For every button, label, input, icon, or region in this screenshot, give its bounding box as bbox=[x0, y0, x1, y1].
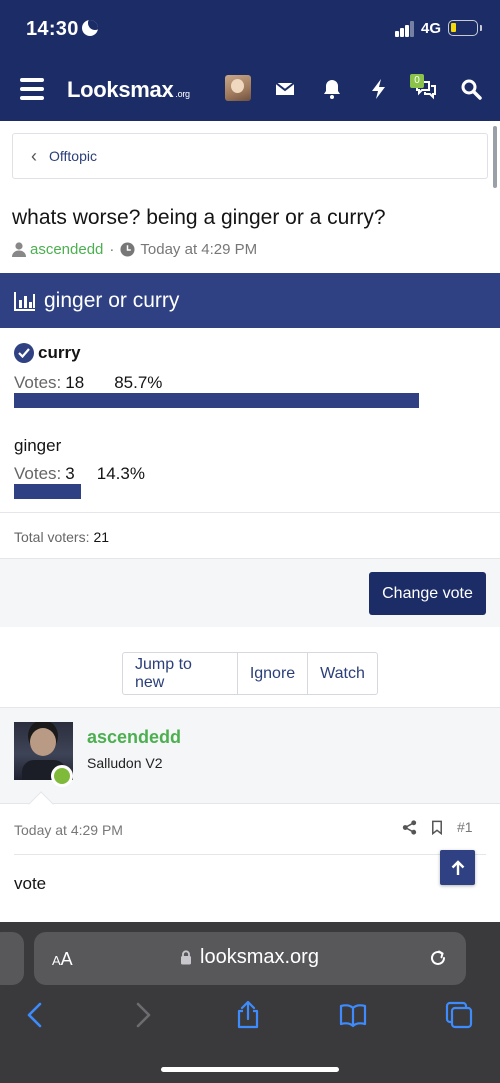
address-bar[interactable]: AA looksmax.org bbox=[34, 932, 466, 985]
back-to-top-button[interactable] bbox=[440, 850, 475, 885]
post-author-block bbox=[0, 707, 500, 804]
chevron-left-icon: ‹ bbox=[31, 146, 37, 166]
network-label: 4G bbox=[421, 20, 442, 37]
poll-title: ginger or curry bbox=[44, 288, 180, 312]
votes-percent: 85.7% bbox=[114, 373, 163, 392]
poll-option-label: curry bbox=[38, 343, 81, 362]
signal-icon bbox=[395, 21, 415, 37]
watch-button[interactable]: Watch bbox=[308, 653, 377, 694]
post-number[interactable]: #1 bbox=[457, 819, 473, 835]
forward-arrow-icon[interactable] bbox=[128, 1000, 158, 1030]
url-text[interactable]: looksmax.org bbox=[200, 946, 319, 969]
poll-option-votes: Votes: 18 85.7% bbox=[14, 373, 162, 393]
reload-icon[interactable] bbox=[428, 948, 448, 968]
ignore-button[interactable]: Ignore bbox=[238, 653, 308, 694]
total-voters-label: Total voters: bbox=[14, 529, 90, 545]
poll-option-curry: curry bbox=[14, 343, 81, 363]
poll-result-bar bbox=[14, 393, 419, 408]
site-header: Looksmax .org 0 bbox=[0, 60, 500, 121]
breadcrumb[interactable]: ‹ Offtopic bbox=[12, 133, 488, 179]
notification-badge: 0 bbox=[410, 74, 424, 88]
poll-header: ginger or curry bbox=[0, 273, 500, 328]
votes-label: Votes: bbox=[14, 464, 62, 483]
thread-meta: ascendedd · Today at 4:29 PM bbox=[12, 241, 257, 258]
thread-title: whats worse? being a ginger or a curry? bbox=[12, 206, 386, 229]
post-tools: #1 bbox=[402, 819, 473, 835]
change-vote-button[interactable]: Change vote bbox=[369, 572, 486, 615]
post-divider bbox=[14, 854, 486, 855]
poll-option-ginger: ginger bbox=[14, 436, 61, 456]
meta-separator: · bbox=[109, 241, 115, 258]
share-icon[interactable] bbox=[402, 819, 417, 835]
previous-tab-peek[interactable] bbox=[0, 932, 24, 985]
post-author-name[interactable]: ascendedd bbox=[87, 727, 181, 748]
battery-cap bbox=[480, 25, 482, 31]
thread-author-link[interactable]: ascendedd bbox=[30, 241, 103, 258]
votes-count: 3 bbox=[65, 464, 75, 483]
envelope-icon[interactable] bbox=[273, 77, 297, 101]
page-scrollbar[interactable] bbox=[493, 126, 497, 188]
votes-percent: 14.3% bbox=[96, 464, 145, 483]
battery-icon bbox=[448, 20, 478, 36]
user-avatar[interactable] bbox=[225, 75, 251, 101]
lock-icon bbox=[181, 950, 191, 965]
tabs-icon[interactable] bbox=[444, 1000, 474, 1030]
total-voters-count: 21 bbox=[93, 529, 110, 545]
post-body: vote bbox=[14, 874, 47, 893]
home-indicator[interactable] bbox=[161, 1067, 339, 1072]
moon-icon bbox=[82, 20, 98, 36]
share-upload-icon[interactable] bbox=[233, 1000, 263, 1030]
poll-option-label: ginger bbox=[14, 436, 62, 455]
search-icon[interactable] bbox=[459, 77, 483, 101]
thread-time[interactable]: Today at 4:29 PM bbox=[140, 241, 257, 258]
hamburger-icon[interactable] bbox=[20, 78, 44, 100]
reader-aa-button[interactable]: AA bbox=[52, 949, 73, 970]
user-icon bbox=[12, 242, 26, 257]
bolt-icon[interactable] bbox=[367, 77, 391, 101]
bar-chart-icon bbox=[14, 291, 35, 311]
jump-to-new-button[interactable]: Jump to new bbox=[123, 653, 238, 694]
logo-tld: .org bbox=[175, 89, 190, 99]
poll-result-bar bbox=[14, 484, 81, 499]
status-time: 14:30 bbox=[26, 18, 79, 40]
post-date[interactable]: Today at 4:29 PM bbox=[14, 822, 123, 838]
votes-label: Votes: bbox=[14, 373, 62, 392]
check-circle-icon bbox=[14, 343, 34, 363]
thread-action-group: Jump to new Ignore Watch bbox=[122, 652, 378, 695]
bell-icon[interactable] bbox=[320, 77, 344, 101]
site-logo[interactable]: Looksmax .org bbox=[67, 77, 190, 103]
post-author-title: Salludon V2 bbox=[87, 755, 163, 771]
online-status-dot bbox=[51, 765, 73, 787]
status-bar: 14:30 4G bbox=[0, 0, 500, 60]
poll-option-votes: Votes: 3 14.3% bbox=[14, 464, 145, 484]
arrow-up-icon bbox=[451, 859, 464, 875]
poll-total-voters: Total voters: 21 bbox=[0, 512, 500, 559]
bookmark-icon[interactable] bbox=[431, 820, 443, 835]
clock-icon bbox=[120, 242, 135, 257]
logo-text: Looksmax bbox=[67, 77, 174, 102]
breadcrumb-link[interactable]: Offtopic bbox=[49, 148, 97, 164]
back-arrow-icon[interactable] bbox=[20, 1000, 50, 1030]
votes-count: 18 bbox=[65, 373, 85, 392]
book-icon[interactable] bbox=[338, 1000, 368, 1030]
